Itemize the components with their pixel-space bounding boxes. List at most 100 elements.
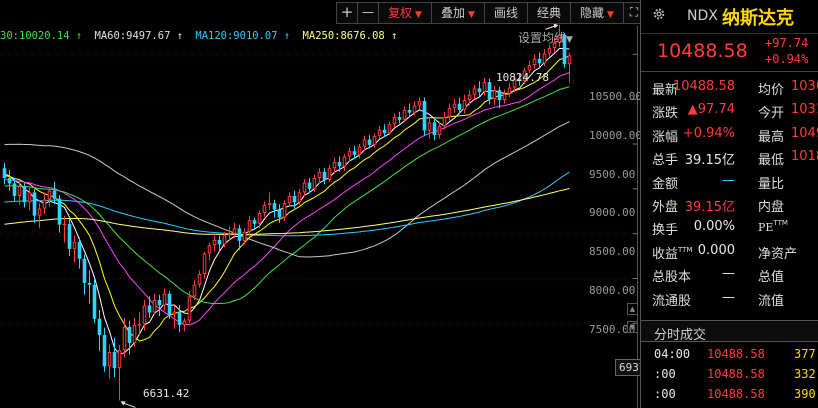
candle-body xyxy=(62,223,67,226)
candle-body xyxy=(2,168,7,179)
arrow-up-icon: ↑ xyxy=(176,30,184,42)
candle-body xyxy=(437,126,442,136)
candle-body xyxy=(282,203,287,218)
low-price-label: 6631.42 xyxy=(143,387,190,400)
stat-row: 涨跌 ▲97.74 今开 1031 xyxy=(641,99,818,122)
candle-body xyxy=(332,161,337,169)
stat-value-2: 1031 xyxy=(791,102,818,118)
candle-body xyxy=(322,171,327,180)
ma250-text: MA250:8676.08 xyxy=(302,30,385,42)
stats-table: 最新10488.58均价1036 涨跌▲97.74今开1031 涨幅+0.94%… xyxy=(641,76,818,310)
draw-line-button[interactable]: 画线 xyxy=(484,2,528,24)
index-name: 纳斯达克 xyxy=(722,8,794,29)
stat-label: 金额 xyxy=(652,176,679,192)
chevron-down-icon: ▼ xyxy=(468,10,475,20)
candle-body xyxy=(67,223,72,249)
candle-body xyxy=(247,220,252,232)
tick-time: 04:00 xyxy=(654,347,691,361)
candle-body xyxy=(352,151,357,155)
candle-body xyxy=(407,109,412,113)
tick-row: 04:00 10488.58 377 xyxy=(641,344,818,364)
candle-body xyxy=(92,284,97,319)
stat-label: 外盘 xyxy=(652,199,679,215)
stat-label: 总股本 xyxy=(652,270,692,286)
candle-body xyxy=(367,139,372,145)
candle-body xyxy=(297,192,302,203)
candle-body xyxy=(482,82,487,93)
tick-time: :00 xyxy=(654,367,676,381)
tick-time: :00 xyxy=(654,387,676,401)
candle-body xyxy=(287,196,292,204)
scroll-down-icon[interactable]: ▼ xyxy=(627,321,638,333)
candle-body xyxy=(477,88,482,92)
candle-body xyxy=(542,53,547,64)
stat-value: — xyxy=(722,289,735,305)
stat-label-2: 均价 xyxy=(758,83,785,98)
price-tick-10000: 10000.00 xyxy=(589,129,642,142)
ticks-title: 分时成交 xyxy=(654,328,707,343)
candle-body xyxy=(272,203,277,210)
tick-price: 10488.58 xyxy=(707,367,765,381)
candle-body xyxy=(257,213,262,224)
candle-body xyxy=(452,103,457,109)
ma-settings-button[interactable]: 设置均线▼ xyxy=(518,29,573,46)
candle-body xyxy=(252,220,257,224)
candle-body xyxy=(237,228,242,241)
candle-body xyxy=(507,87,512,94)
stat-label-2: 总值 xyxy=(758,270,785,286)
candle-body xyxy=(192,284,197,297)
stat-row: 最新10488.58均价1036 xyxy=(641,76,818,99)
candle-body xyxy=(422,100,427,131)
quote-header: NDX 纳斯达克 xyxy=(641,0,818,34)
ticks-header[interactable]: 分时成交 xyxy=(641,320,818,343)
arrow-up-icon: ↑ xyxy=(75,30,83,42)
hide-dropdown[interactable]: 隐藏 ▼ xyxy=(570,2,624,24)
fuquan-dropdown[interactable]: 复权 ▼ xyxy=(378,2,432,24)
candle-body xyxy=(227,233,232,236)
ma-settings-label: 设置均线 xyxy=(518,31,567,45)
arrow-up-icon: ↑ xyxy=(391,30,398,42)
classic-button[interactable]: 经典 xyxy=(527,2,571,24)
zoom-in-button[interactable]: + xyxy=(336,2,358,24)
kline-chart[interactable]: + — 复权 ▼ 叠加 ▼ 画线 经典 隐藏 ▼ ⛶ 30:10020.14 ↑ MA… xyxy=(0,0,670,408)
stat-label: 总手 xyxy=(652,153,679,169)
price-tick-9000: 9000.00 xyxy=(589,206,636,219)
stat-row: 换手 0.00% PETTM xyxy=(641,216,818,239)
candle-body xyxy=(147,305,152,313)
eps-label: 收益 xyxy=(652,246,679,262)
ma60-text: MA60:9497.67 xyxy=(94,30,171,42)
candle-body xyxy=(107,352,112,367)
ma60-value: MA60:9497.67 ↑ xyxy=(95,30,184,42)
candle-body xyxy=(472,88,477,95)
price-tick-8500: 8500.00 xyxy=(589,245,636,258)
ma-legend: 30:10020.14 ↑ MA60:9497.67 ↑ MA120:9010.… xyxy=(0,30,403,42)
scroll-up-icon[interactable]: ▲ xyxy=(627,303,638,315)
chevron-down-icon: ▼ xyxy=(566,35,573,45)
tick-volume: 377 xyxy=(794,347,816,361)
candle-body xyxy=(447,108,452,118)
candle-body xyxy=(27,192,32,203)
stat-value: — xyxy=(722,172,735,188)
ma250-value: MA250:8676.08 ↑ xyxy=(303,30,398,42)
stat-value: 39.15亿 xyxy=(684,199,735,215)
candle-body xyxy=(442,117,447,127)
gear-icon[interactable] xyxy=(652,7,666,21)
index-code: NDX xyxy=(687,8,718,24)
kline-chart-canvas[interactable] xyxy=(0,0,638,408)
candle-body xyxy=(397,117,402,120)
stat-row: 总股本 — 总值 xyxy=(641,263,818,286)
candle-body xyxy=(7,178,12,184)
candle-body xyxy=(312,178,317,189)
chevron-down-icon: ▼ xyxy=(607,10,614,20)
tick-price: 10488.58 xyxy=(707,387,765,401)
zoom-out-button[interactable]: — xyxy=(357,2,379,24)
diejia-dropdown[interactable]: 叠加 ▼ xyxy=(431,2,485,24)
candle-body xyxy=(172,311,177,315)
candle-body xyxy=(342,156,347,167)
stat-row: 流通股 — 流值 xyxy=(641,287,818,310)
stat-value: +0.94% xyxy=(682,125,735,141)
candle-body xyxy=(307,182,312,189)
candle-body xyxy=(327,168,332,180)
candle-body xyxy=(37,208,42,216)
price-change: +97.74 xyxy=(765,36,809,50)
